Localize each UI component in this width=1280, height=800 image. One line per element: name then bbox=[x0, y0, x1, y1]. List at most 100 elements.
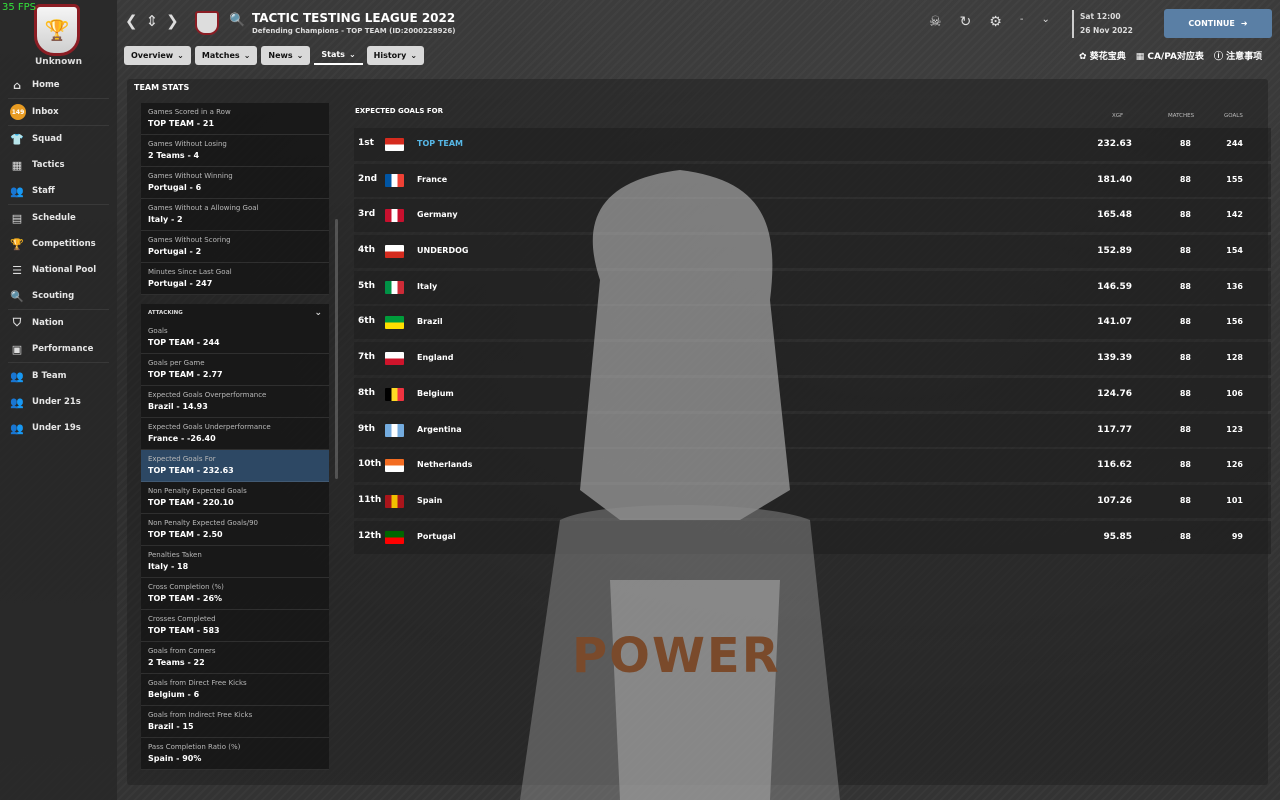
link-notes[interactable]: ⓘ 注意事项 bbox=[1214, 49, 1262, 62]
stat-item[interactable]: Pass Completion Ratio (%) Spain - 90% bbox=[141, 738, 329, 770]
table-row[interactable]: 9th Argentina 117.77 88 123 bbox=[354, 413, 1271, 447]
team-name[interactable]: Spain bbox=[417, 496, 442, 505]
flag-icon bbox=[385, 387, 404, 401]
column-header-xgf[interactable]: XGF bbox=[1112, 113, 1123, 119]
tab-bar: Overview ⌄ Matches ⌄ News ⌄ Stats ⌄ History ⌄ bbox=[124, 46, 425, 65]
sidebar-item-home[interactable]: ⌂ Home bbox=[0, 72, 117, 98]
goals-value: 99 bbox=[1231, 531, 1243, 541]
team-name[interactable]: Argentina bbox=[417, 425, 462, 434]
table-row[interactable]: 10th Netherlands 116.62 88 126 bbox=[354, 449, 1271, 483]
team-name[interactable]: Germany bbox=[417, 210, 458, 219]
team-name[interactable]: Netherlands bbox=[417, 460, 472, 469]
stat-item[interactable]: Games Without Winning Portugal - 6 bbox=[141, 167, 329, 199]
tab-stats[interactable]: Stats ⌄ bbox=[314, 46, 363, 65]
chevron-down-icon: ⌄ bbox=[296, 51, 304, 60]
refresh-icon[interactable]: ↻ bbox=[960, 14, 972, 30]
stat-item-selected[interactable]: Expected Goals For TOP TEAM - 232.63 bbox=[141, 450, 329, 482]
tab-news[interactable]: News ⌄ bbox=[261, 46, 311, 65]
back-arrow-icon[interactable]: ❮ bbox=[125, 12, 138, 30]
sidebar-item-tactics[interactable]: ▦ Tactics bbox=[0, 152, 117, 178]
sidebar-item-performance[interactable]: ▣ Performance bbox=[0, 336, 117, 362]
sidebar-item-under-19s[interactable]: 👥 Under 19s bbox=[0, 415, 117, 441]
column-header-matches[interactable]: MATCHES bbox=[1168, 113, 1194, 119]
stats-list-scrollbar[interactable] bbox=[335, 219, 338, 479]
continue-button[interactable]: CONTINUE ➜ bbox=[1164, 9, 1272, 38]
gear-icon[interactable]: ⚙ bbox=[989, 14, 1002, 30]
sidebar-item-label: Staff bbox=[32, 186, 55, 196]
up-down-icon[interactable]: ⇕ bbox=[146, 12, 159, 30]
table-row[interactable]: 11th Spain 107.26 88 101 bbox=[354, 484, 1271, 518]
table-row[interactable]: 12th Portugal 95.85 88 99 bbox=[354, 520, 1271, 554]
top-header: ❮ ⇕ ❯ 🔍 TACTIC TESTING LEAGUE 2022 Defen… bbox=[117, 0, 1280, 72]
stat-item[interactable]: Goals from Corners 2 Teams - 22 bbox=[141, 642, 329, 674]
stat-item[interactable]: Games Scored in a Row TOP TEAM - 21 bbox=[141, 103, 329, 135]
sidebar-item-staff[interactable]: 👥 Staff bbox=[0, 178, 117, 204]
sidebar-item-label: Competitions bbox=[32, 239, 96, 249]
stat-item[interactable]: Cross Completion (%) TOP TEAM - 26% bbox=[141, 578, 329, 610]
sidebar-item-schedule[interactable]: ▤ Schedule bbox=[0, 205, 117, 231]
stat-item[interactable]: Goals TOP TEAM - 244 bbox=[141, 322, 329, 354]
team-name[interactable]: England bbox=[417, 353, 453, 362]
stat-item[interactable]: Games Without a Allowing Goal Italy - 2 bbox=[141, 199, 329, 231]
table-row[interactable]: 7th England 139.39 88 128 bbox=[354, 342, 1271, 376]
sidebar-item-b-team[interactable]: 👥 B Team bbox=[0, 363, 117, 389]
table-row[interactable]: 4th UNDERDOG 152.89 88 154 bbox=[354, 235, 1271, 269]
sidebar-item-inbox[interactable]: 149 Inbox bbox=[0, 99, 117, 125]
sidebar-item-national-pool[interactable]: ☰ National Pool bbox=[0, 257, 117, 283]
stat-item[interactable]: Games Without Scoring Portugal - 2 bbox=[141, 231, 329, 263]
team-name[interactable]: TOP TEAM bbox=[417, 139, 463, 148]
tab-overview[interactable]: Overview ⌄ bbox=[124, 46, 191, 65]
xgf-value: 139.39 bbox=[1097, 353, 1132, 364]
rank: 4th bbox=[358, 245, 375, 256]
column-header-goals[interactable]: GOALS bbox=[1224, 113, 1243, 119]
sidebar-item-competitions[interactable]: 🏆 Competitions bbox=[0, 231, 117, 257]
stat-item[interactable]: Non Penalty Expected Goals/90 TOP TEAM - … bbox=[141, 514, 329, 546]
team-name[interactable]: Portugal bbox=[417, 532, 456, 541]
table-row[interactable]: 5th Italy 146.59 88 136 bbox=[354, 270, 1271, 304]
stat-item[interactable]: Expected Goals Overperformance Brazil - 1… bbox=[141, 386, 329, 418]
stat-item[interactable]: Goals from Direct Free Kicks Belgium - 6 bbox=[141, 674, 329, 706]
stat-item[interactable]: Games Without Losing 2 Teams - 4 bbox=[141, 135, 329, 167]
arrow-right-circle-icon: ➜ bbox=[1240, 19, 1248, 28]
link-ca-pa-table[interactable]: ▦ CA/PA对应表 bbox=[1136, 49, 1204, 62]
team-name[interactable]: Italy bbox=[417, 282, 437, 291]
sidebar-item-label: Schedule bbox=[32, 213, 76, 223]
sidebar: 🏆 Unknown ⌂ Home 149 Inbox 👕 Squad ▦ Tactics… bbox=[0, 0, 117, 800]
team-name[interactable]: France bbox=[417, 175, 447, 184]
team-name[interactable]: Belgium bbox=[417, 389, 454, 398]
sidebar-item-label: Home bbox=[32, 80, 60, 90]
sidebar-item-scouting[interactable]: 🔍 Scouting bbox=[0, 283, 117, 309]
stat-item[interactable]: Goals per Game TOP TEAM - 2.77 bbox=[141, 354, 329, 386]
team-name[interactable]: Brazil bbox=[417, 317, 443, 326]
stat-item[interactable]: Penalties Taken Italy - 18 bbox=[141, 546, 329, 578]
stat-item[interactable]: Minutes Since Last Goal Portugal - 247 bbox=[141, 263, 329, 295]
table-row[interactable]: 8th Belgium 124.76 88 106 bbox=[354, 377, 1271, 411]
chevron-down-icon[interactable]: ⌄ bbox=[1041, 14, 1049, 30]
club-crest-icon[interactable]: 🏆 bbox=[34, 4, 80, 56]
sidebar-item-squad[interactable]: 👕 Squad bbox=[0, 126, 117, 152]
skull-icon[interactable]: ☠ bbox=[929, 14, 942, 30]
forward-arrow-icon[interactable]: ❯ bbox=[166, 12, 179, 30]
attacking-section-header[interactable]: ATTACKING ⌄ bbox=[141, 304, 329, 322]
matches-value: 88 bbox=[1179, 353, 1191, 363]
competition-crest-icon[interactable] bbox=[195, 11, 219, 35]
link-guide[interactable]: ✿ 葵花宝典 bbox=[1079, 49, 1126, 62]
table-row[interactable]: 3rd Germany 165.48 88 142 bbox=[354, 199, 1271, 233]
xgf-value: 124.76 bbox=[1097, 388, 1132, 399]
chevron-down-icon: ⌄ bbox=[314, 308, 322, 318]
sidebar-item-nation[interactable]: ⛉ Nation bbox=[0, 310, 117, 336]
search-icon[interactable]: 🔍 bbox=[229, 13, 245, 28]
table-row[interactable]: 2nd France 181.40 88 155 bbox=[354, 163, 1271, 197]
table-row[interactable]: 1st TOP TEAM 232.63 88 244 bbox=[354, 128, 1271, 161]
stat-item[interactable]: Crosses Completed TOP TEAM - 583 bbox=[141, 610, 329, 642]
stat-item[interactable]: Expected Goals Underperformance France - … bbox=[141, 418, 329, 450]
tab-history[interactable]: History ⌄ bbox=[366, 46, 425, 65]
sidebar-item-under-21s[interactable]: 👥 Under 21s bbox=[0, 389, 117, 415]
stat-item[interactable]: Non Penalty Expected Goals TOP TEAM - 220… bbox=[141, 482, 329, 514]
table-row[interactable]: 6th Brazil 141.07 88 156 bbox=[354, 306, 1271, 340]
goals-value: 123 bbox=[1226, 424, 1243, 434]
tab-matches[interactable]: Matches ⌄ bbox=[194, 46, 258, 65]
sidebar-item-label: Performance bbox=[32, 344, 94, 354]
stat-item[interactable]: Goals from Indirect Free Kicks Brazil - 1… bbox=[141, 706, 329, 738]
team-name[interactable]: UNDERDOG bbox=[417, 246, 468, 255]
